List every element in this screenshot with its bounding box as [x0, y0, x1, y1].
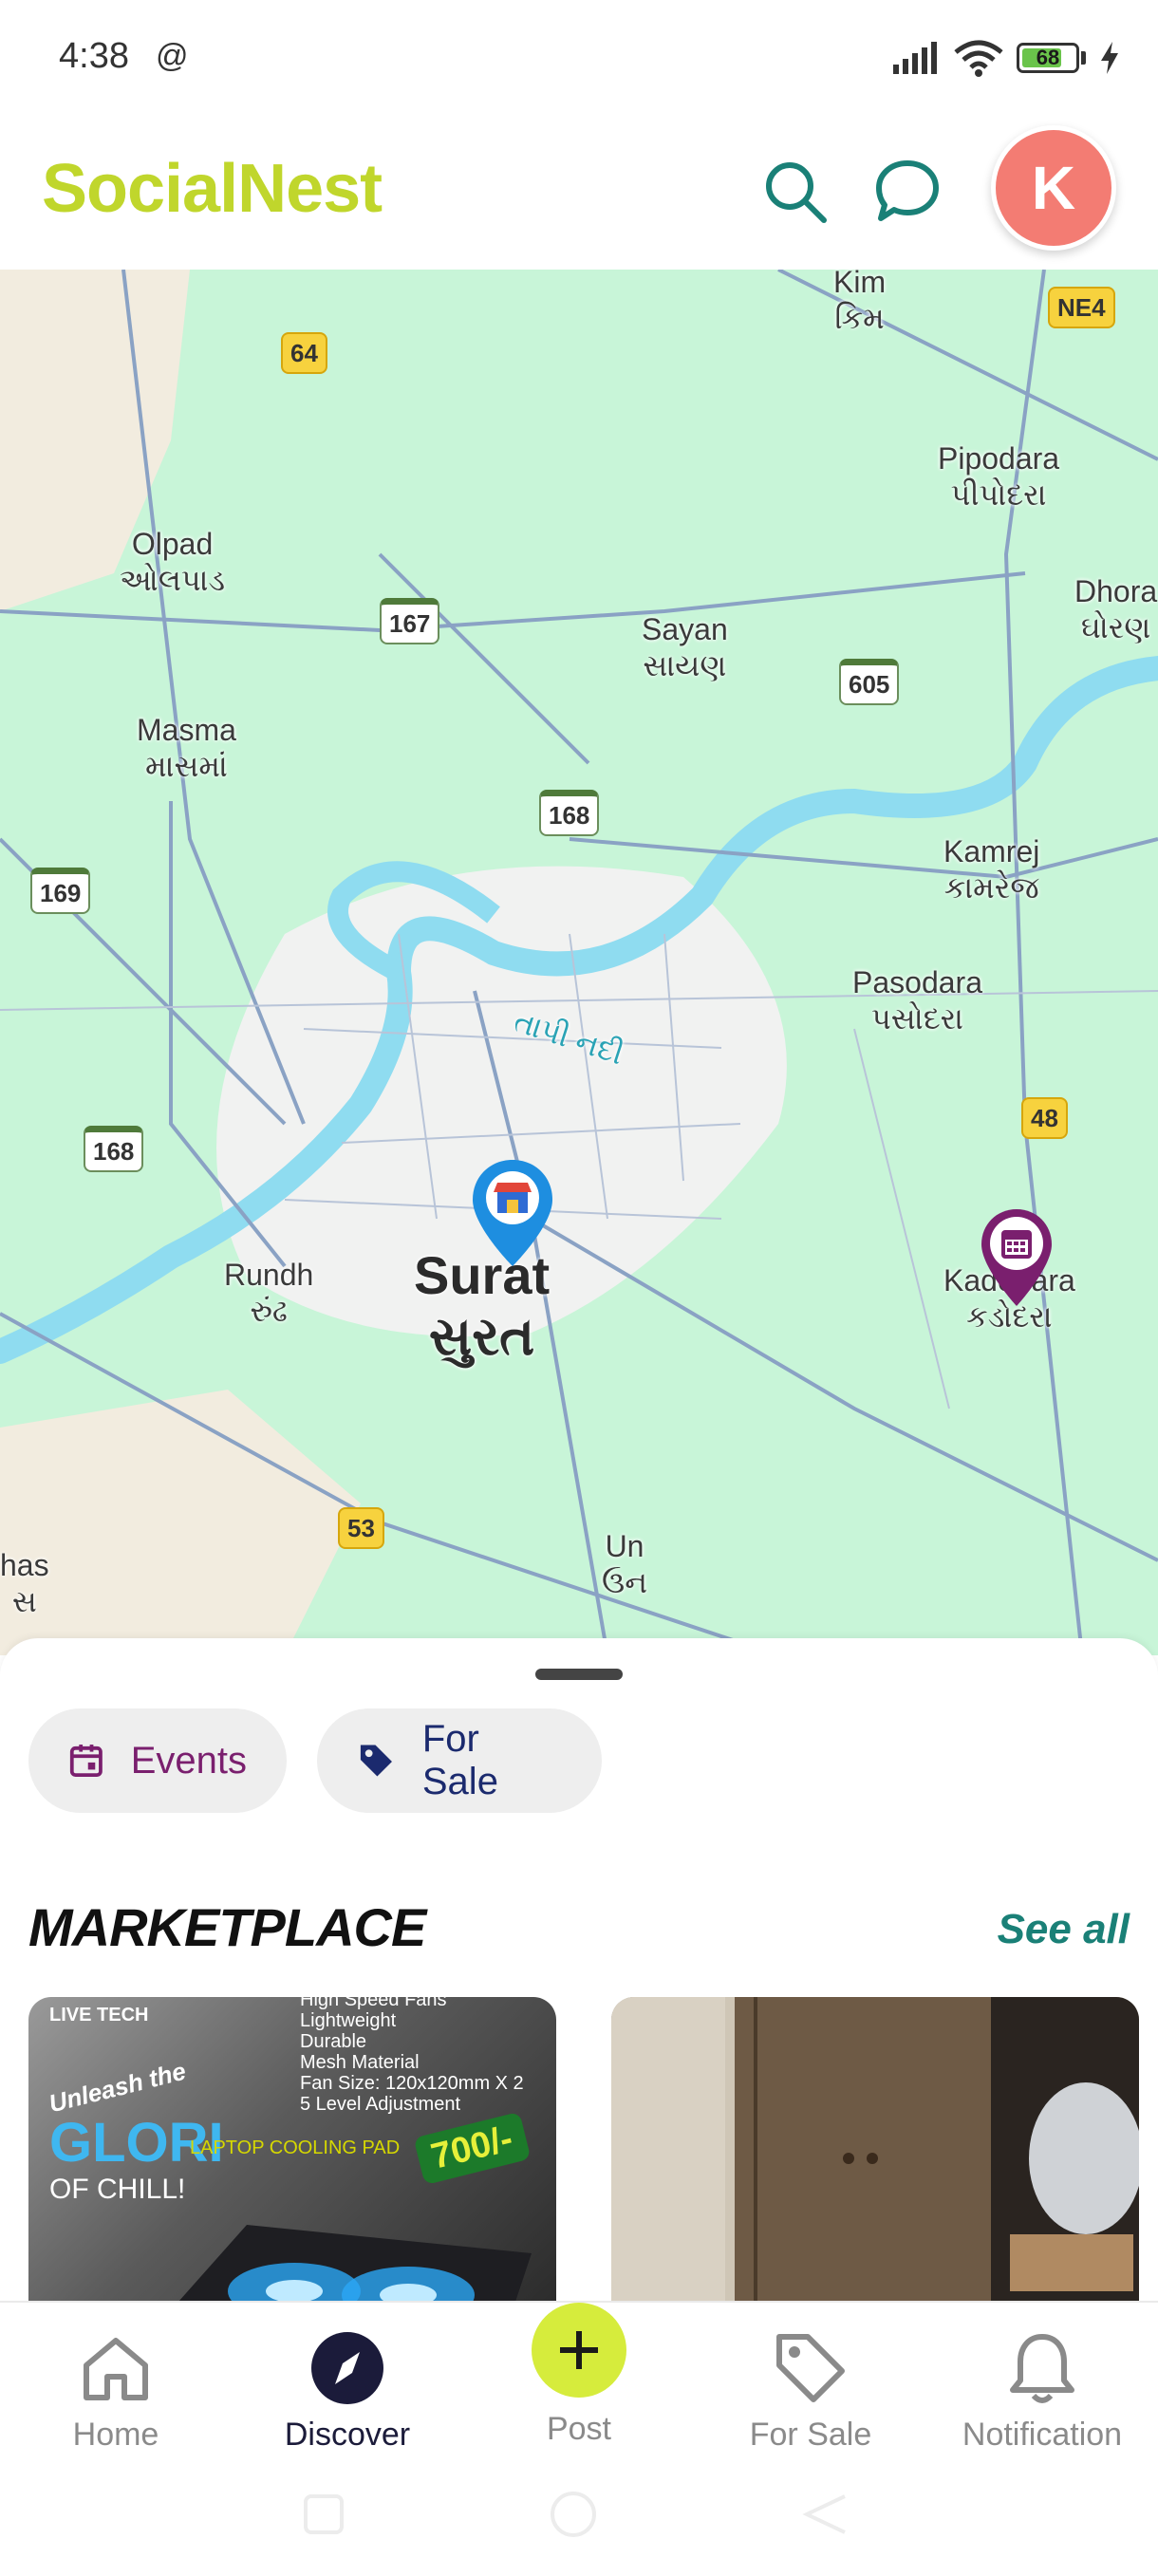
profile-avatar[interactable]: K	[991, 125, 1116, 251]
card-tagline: Unleash the	[46, 2056, 189, 2119]
marketplace-card[interactable]: LIVE TECH High Speed Fans Lightweight Du…	[28, 1997, 556, 2310]
map-label-kamrej: Kamrej કામરેજ	[943, 834, 1040, 905]
card-features: High Speed Fans Lightweight Durable Mesh…	[300, 1997, 524, 2115]
back-icon	[802, 2494, 846, 2534]
map-label-pasodara: Pasodara પસોદરા	[852, 965, 982, 1036]
nav-label: Post	[546, 2411, 612, 2447]
tag-icon	[360, 1745, 392, 1777]
chat-icon	[876, 160, 939, 221]
map-label-masma: Masma માસમાં	[137, 713, 236, 783]
home-icon	[84, 2338, 148, 2400]
compass-icon	[311, 2332, 383, 2404]
map-view[interactable]: Kim કિમ Pipodara પીપોદરા Olpad ઓલપાડ Sayan સ…	[0, 270, 1158, 1655]
battery-level: 68	[1036, 46, 1060, 69]
card-product-sub: LAPTOP COOLING PAD	[190, 2137, 401, 2158]
road-shield: NE4	[1048, 287, 1115, 328]
road-shield: 48	[1021, 1097, 1068, 1139]
nav-for-sale[interactable]: For Sale	[706, 2327, 915, 2454]
battery-icon: 68	[1017, 43, 1079, 73]
cooling-pad-image	[171, 2225, 532, 2310]
recents-icon	[304, 2494, 344, 2534]
app-title: SocialNest	[42, 151, 383, 227]
road-shield: 167	[380, 598, 440, 644]
chip-label: For Sale	[421, 1718, 498, 1802]
search-button[interactable]	[756, 152, 835, 232]
filter-chip-events[interactable]: Events	[28, 1708, 287, 1813]
nav-label: Notification	[962, 2417, 1123, 2453]
map-label-rundh: Rundh રુંઢ	[224, 1258, 314, 1328]
bottom-sheet: Events For Sale MARKETPLACE See all LIVE…	[0, 1638, 1158, 2310]
event-marker-icon[interactable]	[978, 1205, 1055, 1310]
nav-home[interactable]: Home	[11, 2327, 220, 2454]
road-shield: 605	[839, 659, 900, 705]
marketplace-card[interactable]	[611, 1997, 1139, 2310]
marketplace-title: MARKETPLACE	[28, 1897, 426, 1957]
status-bar: 4:38 @ 68	[0, 0, 1158, 114]
signal-icon	[893, 42, 937, 74]
chip-label: Events	[130, 1739, 247, 1782]
dnd-icon: @	[156, 38, 189, 74]
calendar-icon	[69, 1745, 103, 1777]
app-bar: SocialNest K	[0, 114, 1158, 270]
nav-post[interactable]: Post	[475, 2303, 683, 2448]
cupboard-image	[611, 1997, 1139, 2310]
store-marker-icon[interactable]	[469, 1156, 556, 1270]
bell-icon	[1010, 2334, 1074, 2403]
map-label-sayan: Sayan સાયણ	[642, 612, 728, 682]
plus-icon	[560, 2331, 598, 2369]
map-label-dhora: Dhora ઘોરણ	[1074, 574, 1158, 644]
map-label-kim: Kim કિમ	[833, 270, 887, 335]
road-shield: 168	[84, 1126, 144, 1172]
drag-handle[interactable]	[535, 1669, 623, 1680]
system-nav-bar	[304, 2492, 846, 2537]
search-icon	[766, 162, 827, 223]
road-shield: 53	[338, 1507, 384, 1549]
map-label-olpad: Olpad ઓલપાડ	[120, 527, 226, 597]
charging-icon	[1101, 42, 1118, 74]
messages-button[interactable]	[868, 152, 947, 232]
nav-label: Home	[72, 2417, 159, 2453]
nav-notification[interactable]: Notification	[938, 2327, 1147, 2454]
filter-chip-for-sale[interactable]: For Sale	[317, 1708, 602, 1813]
nav-discover[interactable]: Discover	[243, 2327, 452, 2454]
map-label-pipodara: Pipodara પીપોદરા	[938, 441, 1060, 512]
post-button[interactable]	[532, 2303, 626, 2398]
nav-label: Discover	[284, 2417, 411, 2453]
road-shield: 64	[281, 332, 327, 374]
home-system-icon	[551, 2492, 596, 2537]
status-icons: 68	[891, 34, 1120, 82]
clock: 4:38	[59, 36, 129, 76]
see-all-link[interactable]: See all	[998, 1906, 1130, 1953]
wifi-icon	[954, 40, 1003, 77]
map-label-has: has સ	[0, 1548, 49, 1618]
tag-icon	[776, 2334, 845, 2402]
nav-label: For Sale	[749, 2417, 872, 2453]
road-shield: 168	[539, 790, 600, 836]
road-shield: 169	[30, 868, 91, 914]
card-brand: LIVE TECH	[49, 2005, 149, 2025]
map-label-un: Un ઉન	[602, 1529, 648, 1599]
card-price-badge: 700/-	[413, 2111, 532, 2186]
